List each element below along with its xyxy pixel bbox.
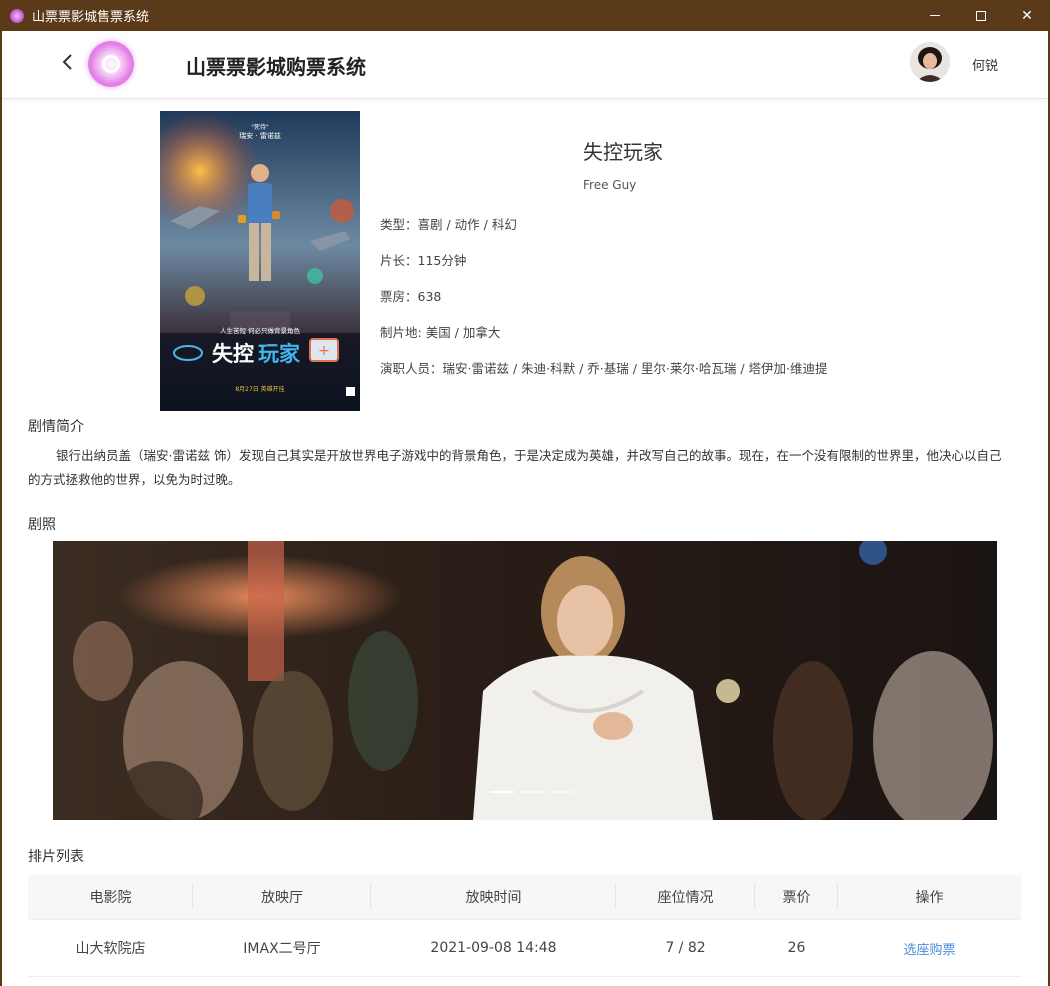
synopsis-text: 银行出纳员盖（瑞安·雷诺兹 饰）发现自己其实是开放世界电子游戏中的背景角色，于是… [28,448,1002,487]
carousel-indicator-2[interactable] [520,791,544,793]
back-icon[interactable] [60,51,80,75]
cell-seats: 7 / 82 [665,940,706,956]
schedule-heading: 排片列表 [28,849,84,865]
username[interactable]: 何锐 [972,55,998,74]
still-image [53,541,997,820]
column-header-seats: 座位情况 [616,883,755,909]
info-cast: 演职人员：瑞安·雷诺兹 / 朱迪·科默 / 乔·基瑞 / 里尔·莱尔·哈瓦瑞 /… [380,361,828,376]
page-title: 山票票影城购票系统 [186,55,366,79]
carousel-indicator-1[interactable] [490,791,514,793]
column-header-price: 票价 [755,883,838,909]
select-seat-button[interactable]: 选座购票 [903,943,955,958]
svg-text:玩家: 玩家 [258,342,301,366]
svg-text:8月27日 英雄开挂: 8月27日 英雄开挂 [235,385,284,393]
movie-english-title: Free Guy [583,178,637,192]
svg-text:瑞安 · 雷诺兹: 瑞安 · 雷诺兹 [239,131,281,140]
table-row: 山大软院店 IMAX二号厅 2021-09-08 14:48 7 / 82 26… [28,920,1021,977]
cell-time: 2021-09-08 14:48 [430,940,557,956]
stills-carousel[interactable] [53,541,997,820]
avatar[interactable] [910,42,950,82]
chevron-left-icon [62,54,72,70]
close-button[interactable]: ✕ [1004,0,1050,31]
close-icon: ✕ [1021,7,1033,24]
svg-text:"死侍": "死侍" [251,124,269,131]
column-header-action: 操作 [915,890,944,906]
app-logo [88,41,134,87]
minimize-button[interactable] [912,0,958,31]
svg-text:人生苦短 何必只做背景角色: 人生苦短 何必只做背景角色 [220,326,301,335]
app-icon [10,8,24,23]
cell-price: 26 [787,940,806,956]
window-titlebar: 山票票影城售票系统 ✕ [0,0,1050,31]
app-header: 山票票影城购票系统 何锐 [2,31,1048,99]
svg-text:+: + [318,343,330,359]
movie-poster: "死侍" 瑞安 · 雷诺兹 人生苦短 何必只做背景角色 失控 玩家 + 8月27… [160,111,360,411]
table-header: 电影院 放映厅 放映时间 座位情况 票价 操作 [28,875,1021,920]
maximize-button[interactable] [958,0,1004,31]
column-header-hall: 放映厅 [193,883,371,909]
info-duration: 片长：115分钟 [380,253,467,268]
movie-title: 失控玩家 [583,140,663,164]
column-header-time: 放映时间 [371,883,616,909]
stills-heading: 剧照 [28,517,56,533]
carousel-indicator-3[interactable] [550,791,574,793]
cell-cinema: 山大软院店 [75,941,146,957]
synopsis-heading: 剧情简介 [28,419,84,435]
cell-action: 选座购票 [838,939,1021,958]
carousel-indicators [490,791,574,793]
cell-hall: IMAX二号厅 [243,941,321,957]
info-region: 制片地: 美国 / 加拿大 [380,325,501,340]
info-genre: 类型：喜剧 / 动作 / 科幻 [380,217,517,232]
info-boxoffice: 票房：638 [380,289,442,304]
column-header-cinema: 电影院 [28,883,193,909]
schedule-table: 电影院 放映厅 放映时间 座位情况 票价 操作 山大软院店 IMAX二号厅 20… [28,875,1021,977]
maximize-icon [976,10,986,21]
window-frame-left [0,31,2,986]
minimize-icon [930,15,940,16]
window-title: 山票票影城售票系统 [32,10,150,25]
svg-text:失控: 失控 [212,342,254,366]
